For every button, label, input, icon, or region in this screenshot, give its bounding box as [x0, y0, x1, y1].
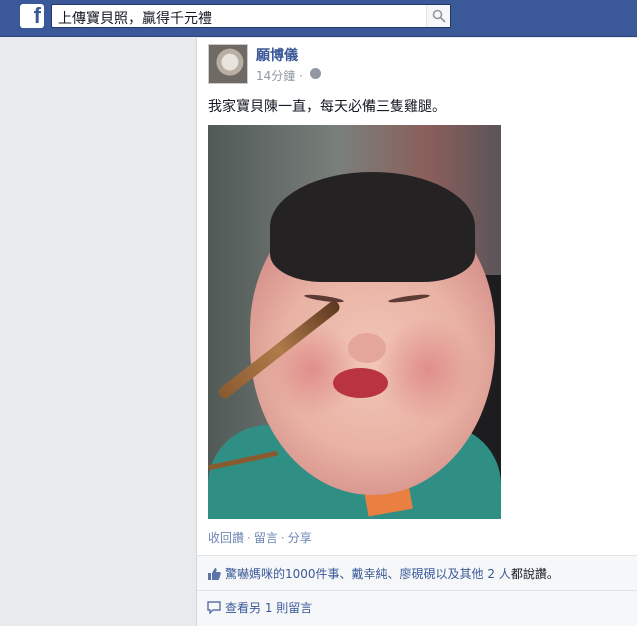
- thumbs-up-icon: [208, 568, 221, 580]
- likes-summary: 驚嚇媽咪的1000件事、戴幸純、廖硯硯以及其他 2 人都說讚。: [207, 565, 559, 582]
- search-input[interactable]: 上傳寶貝照，贏得千元禮: [58, 8, 212, 28]
- photo-cheek-left: [266, 320, 356, 420]
- feedback-area: 驚嚇媽咪的1000件事、戴幸純、廖硯硯以及其他 2 人都說讚。 查看另 1 則留…: [197, 555, 637, 626]
- divider: [197, 590, 637, 591]
- photo-nose: [348, 333, 386, 363]
- search-button[interactable]: [426, 5, 450, 27]
- comment-link[interactable]: 留言: [254, 531, 278, 545]
- top-bar: f 上傳寶貝照，贏得千元禮: [0, 0, 637, 37]
- likes-names[interactable]: 驚嚇媽咪的1000件事、戴幸純、廖硯硯以及其他: [225, 567, 487, 581]
- post-card: 願博儀 14分鐘 · 我家寶貝陳一直，每天必備三隻雞腿。 收回讚 · 留言 · 分享 驚…: [196, 38, 637, 626]
- left-column: [0, 38, 196, 626]
- comment-icon: [207, 601, 221, 614]
- photo-hair: [270, 172, 475, 282]
- post-photo[interactable]: [208, 125, 501, 519]
- search-box[interactable]: 上傳寶貝照，贏得千元禮: [51, 4, 451, 28]
- search-icon: [432, 9, 446, 23]
- avatar[interactable]: [208, 44, 248, 84]
- author-name[interactable]: 願博儀: [256, 45, 298, 65]
- likes-count-link[interactable]: 2 人: [487, 567, 510, 581]
- unlike-link[interactable]: 收回讚: [208, 531, 244, 545]
- post-time[interactable]: 14分鐘 ·: [256, 67, 303, 84]
- globe-icon: [310, 68, 321, 79]
- photo-mouth: [333, 368, 388, 398]
- view-more-comments[interactable]: 查看另 1 則留言: [207, 599, 312, 616]
- facebook-logo[interactable]: f: [20, 3, 44, 28]
- photo-cheek-right: [378, 315, 478, 425]
- post-actions: 收回讚 · 留言 · 分享: [208, 531, 312, 545]
- post-message: 我家寶貝陳一直，每天必備三隻雞腿。: [208, 99, 446, 115]
- share-link[interactable]: 分享: [288, 531, 312, 545]
